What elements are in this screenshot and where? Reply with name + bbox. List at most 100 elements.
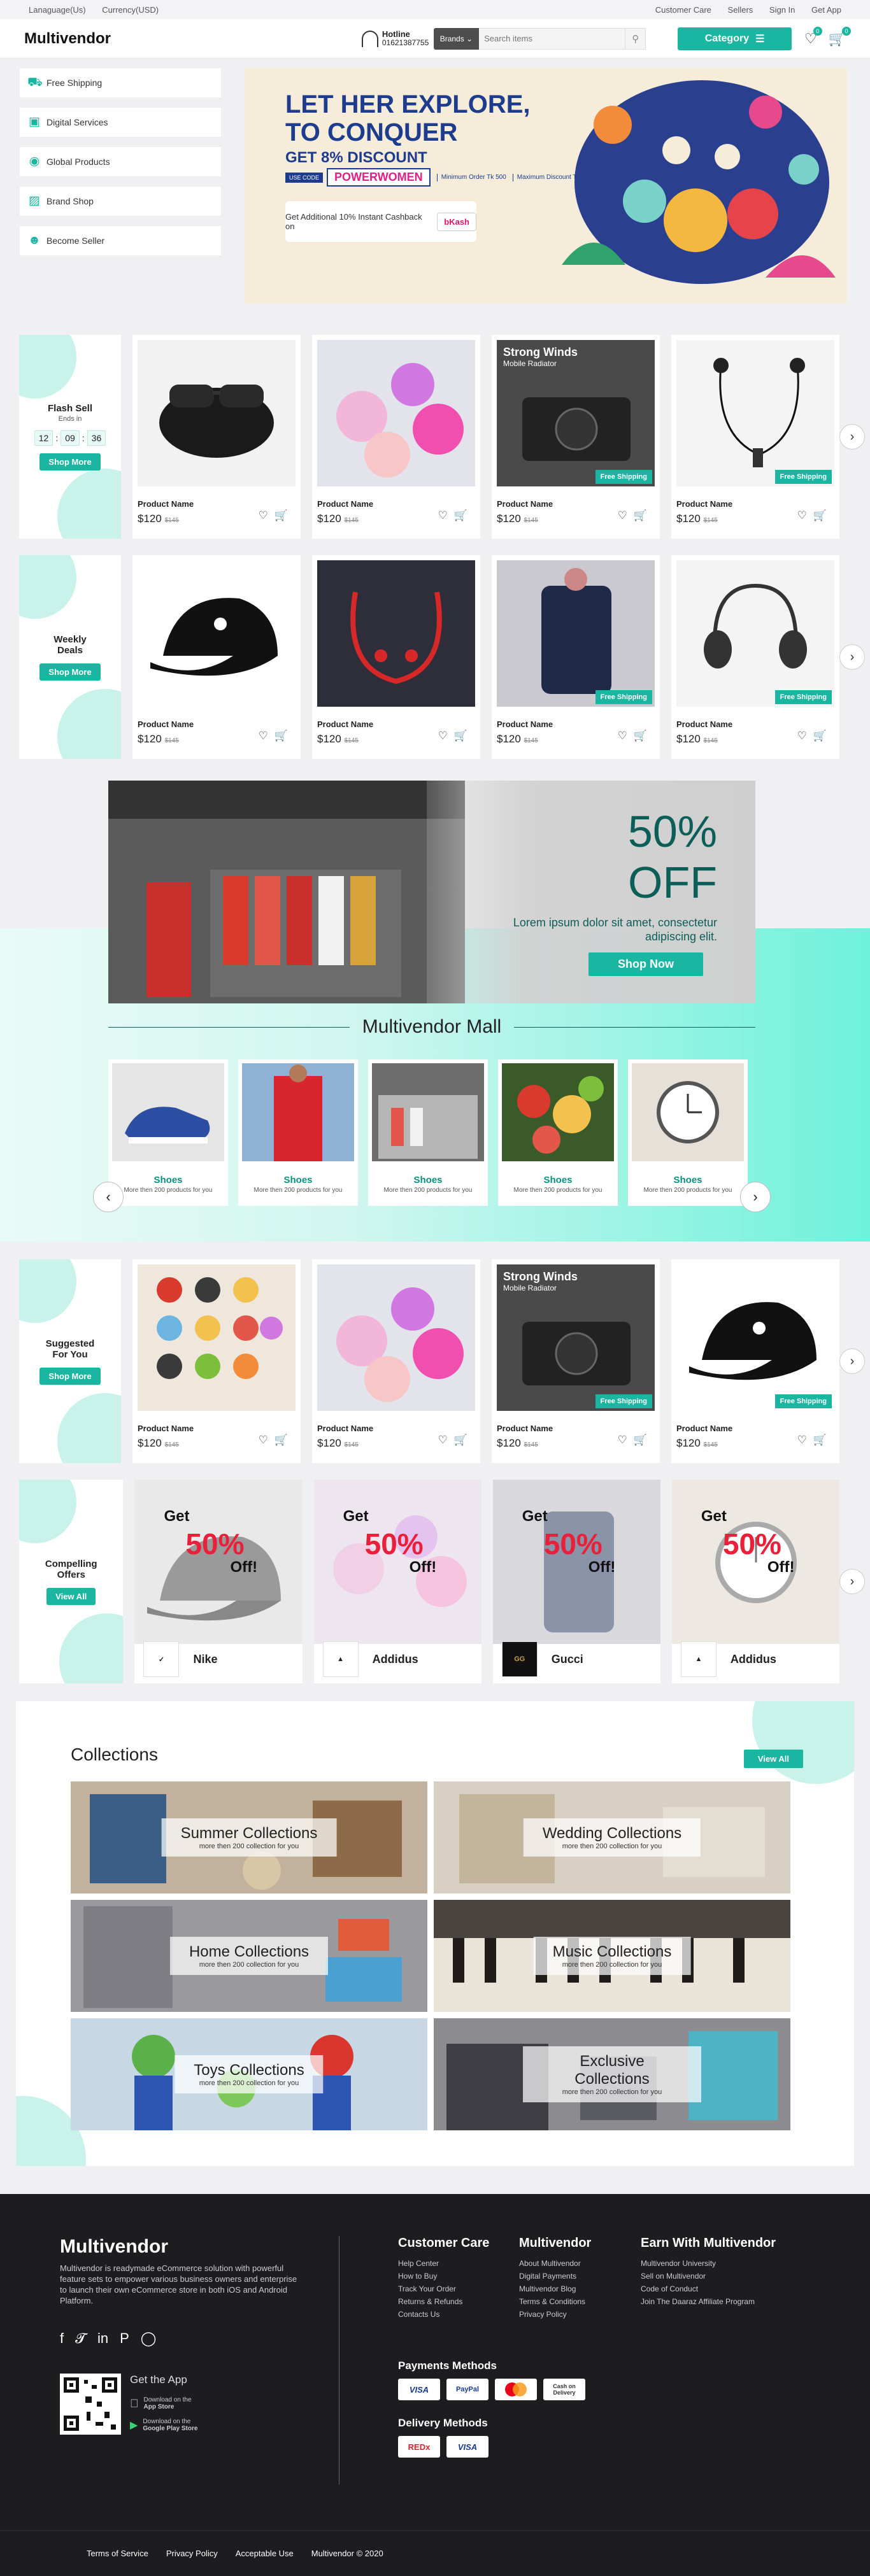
acceptable-use-link[interactable]: Acceptable Use [236,2549,294,2558]
mall-category-card[interactable]: Shoes More then 200 products for you [498,1059,618,1206]
footer-link[interactable]: Code of Conduct [641,2282,776,2295]
product-image-jacket[interactable]: Free Shipping [497,560,655,707]
footer-link[interactable]: Returns & Refunds [398,2295,489,2308]
next-arrow-icon[interactable]: › [839,424,865,449]
heart-icon[interactable]: ♡ [259,509,268,522]
product-image-toys[interactable] [317,1264,475,1411]
collection-music[interactable]: Music Collections more then 200 collectio… [434,1900,790,2012]
search-input[interactable] [479,27,626,50]
pinterest-icon[interactable]: P [120,2330,129,2347]
heart-icon[interactable]: ♡ [618,509,627,522]
prev-arrow-icon[interactable]: ‹ [93,1182,124,1212]
footer-link[interactable]: How to Buy [398,2270,489,2282]
language-selector[interactable]: Lanaguage(Us) [29,5,86,15]
shop-now-button[interactable]: Shop Now [588,952,703,976]
cart-icon[interactable]: 🛒 [813,730,827,742]
footer-link[interactable]: Privacy Policy [519,2308,591,2321]
cart-icon[interactable]: 🛒 [813,1434,827,1447]
play-store-link[interactable]: ▶ Download on the Google Play Store [130,2418,197,2432]
cart-icon[interactable]: 🛒 0 [829,26,852,47]
mall-category-card[interactable]: Shoes More then 200 products for you [108,1059,228,1206]
product-card[interactable]: Strong Winds Mobile Radiator Free Shippin… [492,335,660,539]
product-image-radiator[interactable]: Strong Winds Mobile Radiator Free Shippin… [497,340,655,486]
footer-link[interactable]: Sell on Multivendor [641,2270,776,2282]
shop-more-button[interactable]: Shop More [39,663,101,681]
heart-icon[interactable]: ♡ [259,1434,268,1447]
cart-icon[interactable]: 🛒 [813,509,827,522]
terms-link[interactable]: Terms of Service [87,2549,148,2558]
product-image-headphones[interactable]: Free Shipping [676,560,834,707]
app-store-link[interactable]: Download on theApp Store [130,2396,192,2410]
next-arrow-icon[interactable]: › [839,1348,865,1374]
offer-card[interactable]: Get 50% Off! ▲ Addidus [671,1480,840,1683]
collection-summer[interactable]: Summer Collections more then 200 collecti… [71,1781,427,1893]
search-icon[interactable]: ⚲ [625,27,646,50]
product-card[interactable]: Free Shipping Product Name $120 $145 ♡ 🛒 [671,1259,839,1463]
get-app-link[interactable]: Get App [811,5,841,15]
collection-wedding[interactable]: Wedding Collections more then 200 collect… [434,1781,790,1893]
product-card[interactable]: Product Name $120 $145 ♡ 🛒 [312,1259,480,1463]
cart-icon[interactable]: 🛒 [454,730,467,742]
collection-home[interactable]: Home Collections more then 200 collection… [71,1900,427,2012]
product-card[interactable]: Product Name $120 $145 ♡ 🛒 [312,335,480,539]
cart-icon[interactable]: 🛒 [454,1434,467,1447]
sale-banner[interactable]: 50% OFF Lorem ipsum dolor sit amet, conse… [108,781,755,1003]
cart-icon[interactable]: 🛒 [634,730,647,742]
cart-icon[interactable]: 🛒 [634,1434,647,1447]
category-button[interactable]: Category ☰ [678,27,792,50]
footer-link[interactable]: Digital Payments [519,2270,591,2282]
heart-icon[interactable]: ♡ [618,730,627,742]
customer-care-link[interactable]: Customer Care [655,5,711,15]
product-card[interactable]: Free Shipping Product Name $120 $145 ♡ 🛒 [492,555,660,759]
product-card[interactable]: Product Name $120 $145 ♡ 🛒 [132,1259,301,1463]
next-arrow-icon[interactable]: › [839,644,865,670]
heart-icon[interactable]: ♡ [797,509,807,522]
product-image-pins[interactable] [138,1264,296,1411]
currency-selector[interactable]: Currency(USD) [102,5,159,15]
privacy-link[interactable]: Privacy Policy [166,2549,218,2558]
cart-icon[interactable]: 🛒 [634,509,647,522]
product-card[interactable]: Product Name $120 $145 ♡ 🛒 [312,555,480,759]
cart-icon[interactable]: 🛒 [275,509,288,522]
footer-link[interactable]: Contacts Us [398,2308,489,2321]
product-image-radiator[interactable]: Strong Winds Mobile Radiator Free Shippin… [497,1264,655,1411]
product-image-cap[interactable] [138,560,296,707]
product-image-neckband[interactable] [317,560,475,707]
footer-link[interactable]: Terms & Conditions [519,2295,591,2308]
next-arrow-icon[interactable]: › [839,1569,865,1594]
product-image-sunglasses[interactable] [138,340,296,486]
footer-link[interactable]: Track Your Order [398,2282,489,2295]
twitter-icon[interactable]: 𝓣 [75,2330,86,2347]
side-item-digital-services[interactable]: ▣ Digital Services [19,107,222,138]
side-item-free-shipping[interactable]: ⛟ Free Shipping [19,67,222,98]
site-logo[interactable]: Multivendor [24,30,362,48]
side-item-brand-shop[interactable]: ▨ Brand Shop [19,186,222,216]
cart-icon[interactable]: 🛒 [454,509,467,522]
offer-card[interactable]: Get 50% Off! ▲ Addidus [313,1480,481,1683]
product-card[interactable]: Product Name $120 $145 ♡ 🛒 [132,555,301,759]
sellers-link[interactable]: Sellers [728,5,753,15]
collection-exclusive[interactable]: Exclusive Collections more then 200 colle… [434,2018,790,2130]
collection-toys[interactable]: Toys Collections more then 200 collection… [71,2018,427,2130]
product-image-cap[interactable]: Free Shipping [676,1264,834,1411]
offer-card[interactable]: Get 50% Off! ✓ Nike [134,1480,303,1683]
side-item-become-seller[interactable]: ☻ Become Seller [19,225,222,256]
footer-link[interactable]: Join The Daaraz Affiliate Program [641,2295,776,2308]
mall-category-card[interactable]: Shoes More then 200 products for you [628,1059,748,1206]
footer-link[interactable]: Help Center [398,2257,489,2270]
heart-icon[interactable]: ♡ [438,1434,448,1447]
wishlist-icon[interactable]: ♡ 0 [804,26,822,47]
product-image-earphones[interactable]: Free Shipping [676,340,834,486]
heart-icon[interactable]: ♡ [618,1434,627,1447]
mall-category-card[interactable]: Shoes More then 200 products for you [368,1059,488,1206]
mall-category-card[interactable]: Shoes More then 200 products for you [238,1059,358,1206]
product-image-toys[interactable] [317,340,475,486]
instagram-icon[interactable]: ◯ [141,2330,157,2347]
footer-logo[interactable]: Multivendor [60,2236,168,2258]
heart-icon[interactable]: ♡ [797,730,807,742]
view-all-button[interactable]: View All [743,1750,803,1768]
footer-link[interactable]: About Multivendor [519,2257,591,2270]
offer-card[interactable]: Get 50% Off! GG Gucci [492,1480,660,1683]
brands-dropdown[interactable]: Brands ⌄ [433,27,480,50]
footer-link[interactable]: Multivendor University [641,2257,776,2270]
